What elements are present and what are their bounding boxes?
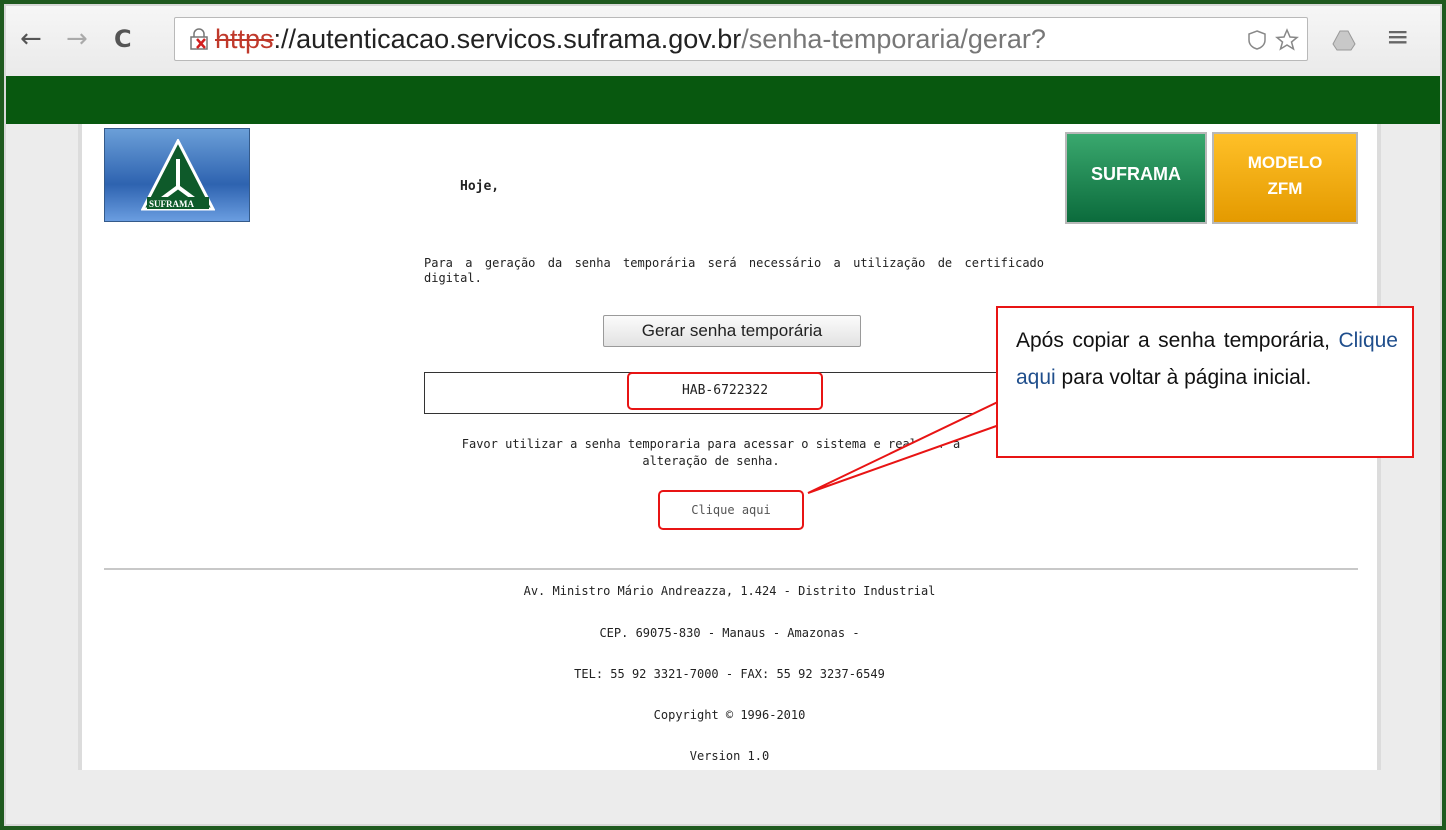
modelo-zfm-button[interactable]: MODELO ZFM [1212, 132, 1358, 224]
url-scheme: https [215, 24, 274, 54]
back-icon[interactable]: ← [20, 24, 42, 54]
footer-tel: TEL: 55 92 3321-7000 - FAX: 55 92 3237-6… [574, 667, 885, 681]
drive-icon[interactable] [1332, 28, 1356, 52]
instruction-text: Para a geração da senha temporária será … [424, 256, 1044, 285]
footer-version: Version 1.0 [689, 749, 770, 763]
url-path: /senha-temporaria/gerar? [741, 24, 1046, 54]
favor-line2: alteração de senha. [642, 454, 780, 468]
star-icon[interactable] [1275, 28, 1299, 52]
address-bar[interactable]: https://autenticacao.servicos.suframa.go… [174, 17, 1308, 61]
favor-text: Favor utilizar a senha temporaria para a… [424, 436, 998, 470]
insecure-lock-icon [190, 28, 208, 50]
footer-cep: CEP. 69075-830 - Manaus - Amazonas - [599, 626, 860, 640]
callout-annotation: Após copiar a senha temporária, Clique a… [996, 306, 1414, 458]
forward-icon[interactable]: → [66, 24, 88, 54]
shield-icon[interactable] [1247, 30, 1267, 50]
favor-line1: Favor utilizar a senha temporaria para a… [461, 437, 961, 451]
divider [104, 568, 1358, 570]
logo-text: SUFRAMA [149, 199, 194, 209]
site-top-bar [6, 76, 1440, 124]
modelo-line2: ZFM [1267, 179, 1303, 198]
reload-icon[interactable]: C [114, 24, 132, 54]
suframa-logo[interactable]: SUFRAMA [104, 128, 250, 222]
footer-copyright: Copyright © 1996-2010 [653, 708, 806, 722]
date-label: Hoje, [460, 179, 500, 194]
menu-icon[interactable]: ≡ [1386, 22, 1409, 52]
browser-toolbar: ← → C https://autenticacao.servicos.sufr… [6, 6, 1440, 77]
callout-text-2: para voltar à página inicial. [1061, 366, 1312, 389]
url-host: autenticacao.servicos.suframa.gov.br [296, 24, 742, 54]
modelo-line1: MODELO [1247, 153, 1323, 172]
footer-address: Av. Ministro Mário Andreazza, 1.424 - Di… [523, 584, 936, 598]
clique-aqui-link[interactable]: Clique aqui [658, 490, 804, 530]
url-text: https://autenticacao.servicos.suframa.go… [215, 22, 1046, 56]
suframa-button[interactable]: SUFRAMA [1065, 132, 1207, 224]
gerar-senha-button[interactable]: Gerar senha temporária [603, 315, 861, 347]
callout-text-1: Após copiar a senha temporária, [1016, 329, 1330, 352]
url-separator: :// [273, 24, 297, 54]
senha-value: HAB-6722322 [627, 372, 823, 410]
